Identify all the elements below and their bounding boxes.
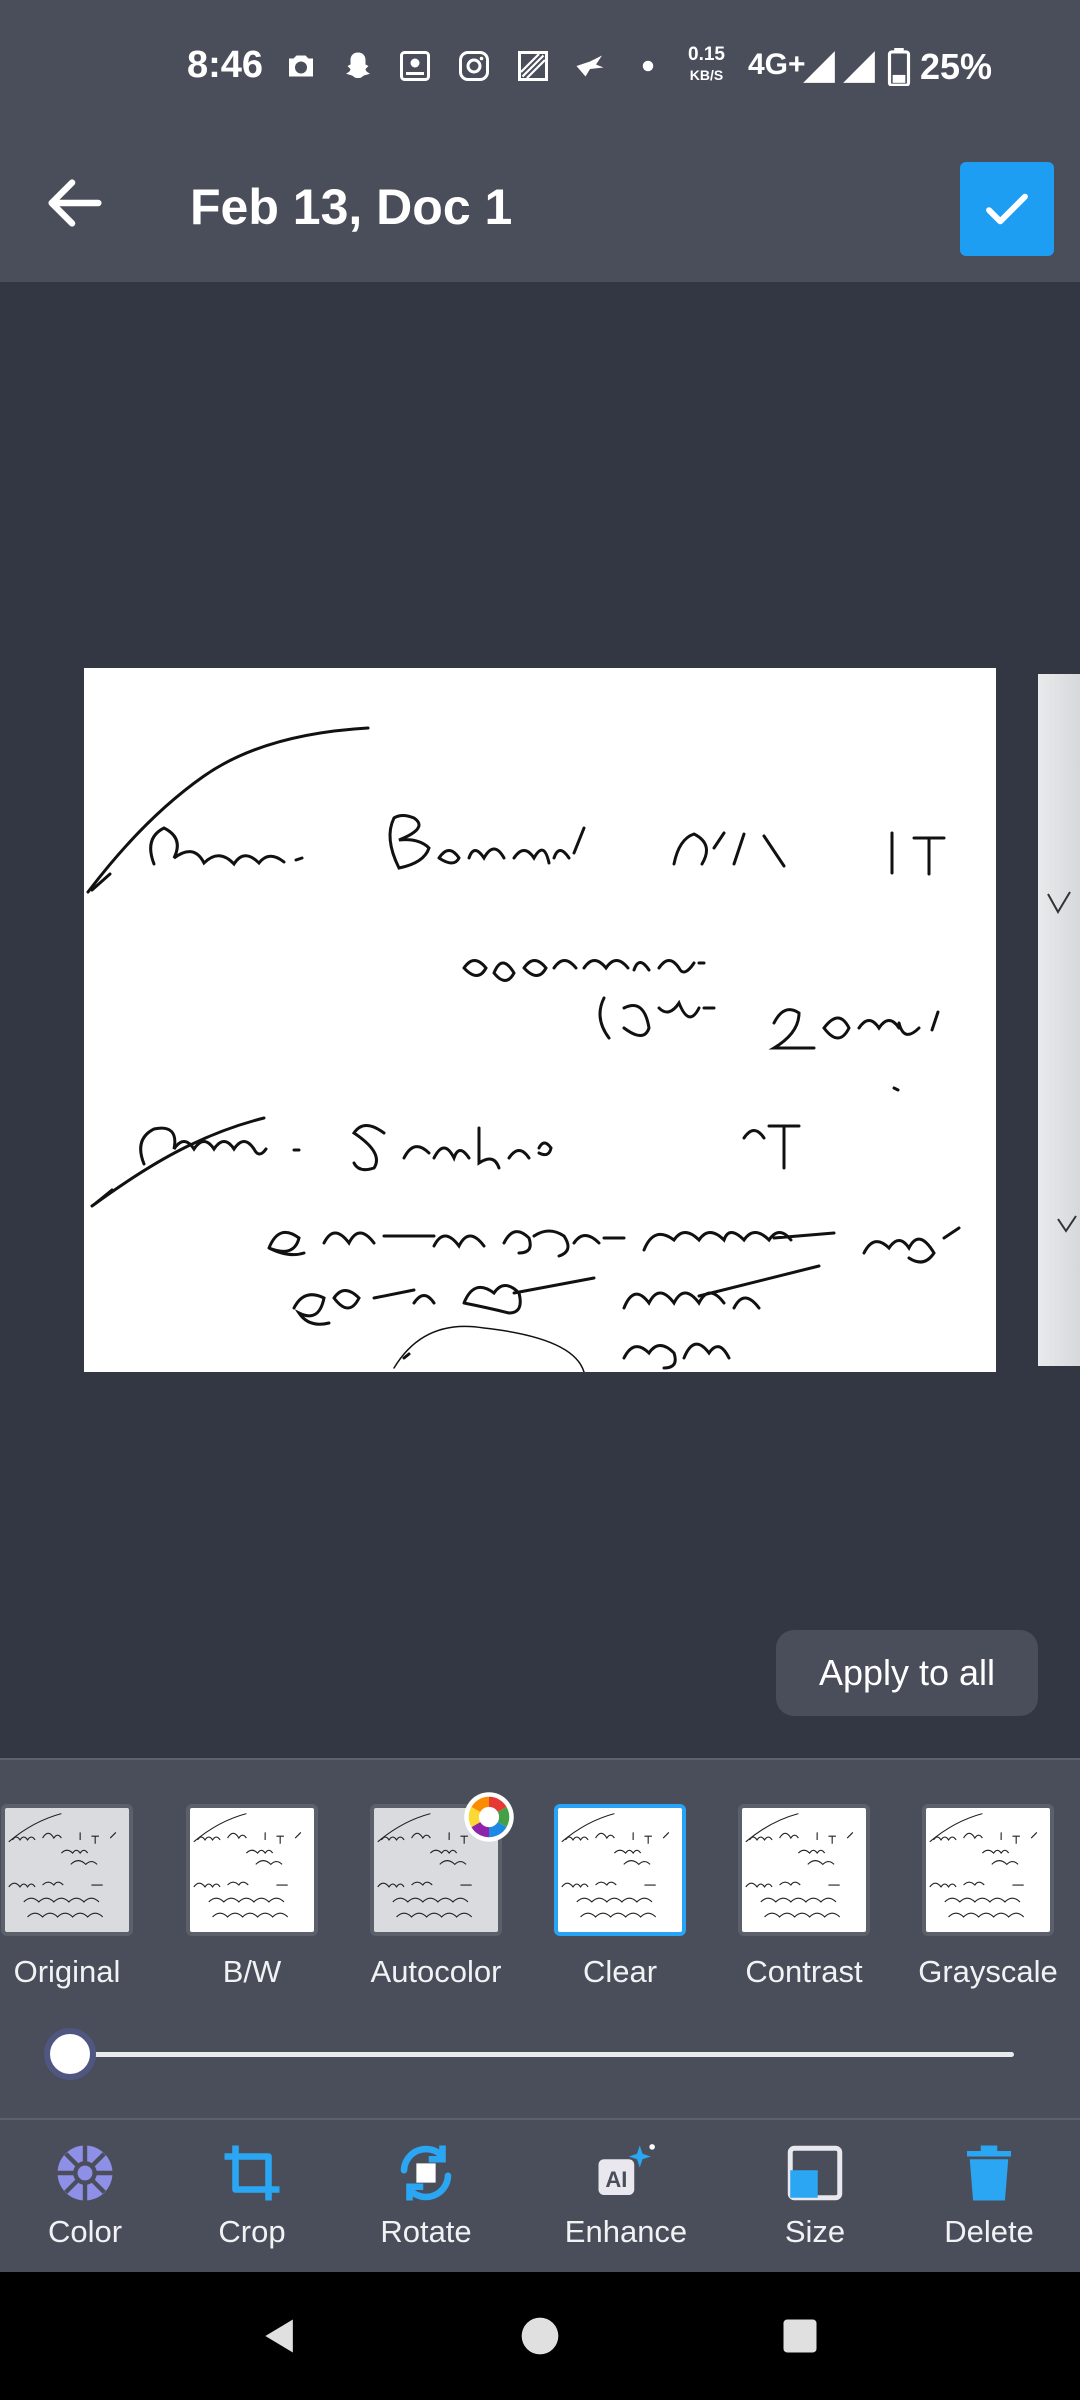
filter-label[interactable]: Contrast: [714, 1954, 894, 1990]
tool-label: Delete: [944, 2214, 1034, 2249]
enhance-tool-button[interactable]: AI Enhance: [541, 2120, 711, 2274]
speed-value: 0.15: [688, 44, 725, 65]
page-size-icon: [787, 2145, 843, 2201]
filter-thumbnail-bw[interactable]: [186, 1804, 318, 1936]
filter-thumbnail-original[interactable]: [1, 1804, 133, 1936]
handwriting-image: [86, 726, 961, 1372]
snapchat-icon: [346, 52, 370, 78]
nav-home-icon[interactable]: [518, 2314, 562, 2358]
crop-icon: [224, 2145, 280, 2201]
instagram-icon: [459, 51, 489, 81]
app-bar: Feb 13, Doc 1: [0, 134, 1080, 282]
bird-icon: [576, 55, 604, 77]
handwriting-image: [1047, 891, 1077, 1233]
tool-label: Rotate: [380, 2214, 472, 2249]
battery-percent: 25%: [920, 46, 993, 87]
size-tool-button[interactable]: Size: [730, 2120, 900, 2274]
tool-label: Crop: [218, 2214, 286, 2249]
tool-label: Color: [47, 2214, 123, 2249]
palette-badge-icon: [464, 1792, 514, 1842]
pattern-app-icon: [518, 51, 548, 81]
svg-text:AI: AI: [605, 2167, 627, 2192]
color-tool-button[interactable]: Color: [0, 2120, 170, 2274]
dot-icon: [642, 60, 654, 72]
camera-icon: [289, 55, 313, 77]
filter-preview-image: [8, 1813, 117, 1918]
filter-label[interactable]: B/W: [162, 1954, 342, 1990]
network-type: 4G+: [748, 48, 806, 81]
rotate-icon: [400, 2145, 452, 2201]
system-nav-bar: [0, 2272, 1080, 2400]
next-page-preview[interactable]: [1038, 674, 1080, 1366]
tool-label: Enhance: [564, 2214, 688, 2249]
status-time: 8:46: [187, 44, 264, 86]
apply-to-all-button[interactable]: Apply to all: [776, 1630, 1038, 1716]
speed-unit: KB/S: [689, 67, 724, 83]
filter-label[interactable]: Clear: [530, 1954, 710, 1990]
filter-panel: Original B/W Autocolor Clear Contrast Graysca…: [0, 1758, 1080, 2118]
filter-preview-image: [929, 1813, 1038, 1918]
crop-tool-button[interactable]: Crop: [167, 2120, 337, 2274]
intensity-slider-track[interactable]: [66, 2052, 1014, 2057]
delete-tool-button[interactable]: Delete: [904, 2120, 1074, 2274]
intensity-slider-knob[interactable]: [44, 2028, 96, 2080]
back-arrow-icon[interactable]: [40, 168, 110, 238]
rotate-tool-button[interactable]: Rotate: [341, 2120, 511, 2274]
ai-enhance-icon: AI: [598, 2144, 655, 2195]
status-bar: 8:46 0.15 KB/S 4G+ 25%: [0, 0, 1080, 134]
nav-back-icon[interactable]: [258, 2314, 302, 2358]
palette-wheel-icon: [57, 2145, 113, 2201]
filter-preview-image: [561, 1813, 670, 1918]
signal-icon: [843, 51, 875, 83]
filter-preview-image: [193, 1813, 302, 1918]
filter-thumbnail-clear[interactable]: [554, 1804, 686, 1936]
document-title[interactable]: Feb 13, Doc 1: [190, 178, 512, 236]
app-icon: [400, 51, 430, 81]
nav-recents-icon[interactable]: [778, 2314, 822, 2358]
filter-thumbnail-contrast[interactable]: [738, 1804, 870, 1936]
bottom-toolbar: Color Crop Rotate AI Enhance Size Delete: [0, 2118, 1080, 2272]
battery-icon: [887, 48, 911, 86]
network-speed: 0.15 KB/S: [688, 44, 725, 86]
filter-thumbnail-grayscale[interactable]: [922, 1804, 1054, 1936]
tool-label: Size: [784, 2214, 846, 2249]
filter-preview-image: [745, 1813, 854, 1918]
signal-icon: [803, 51, 835, 83]
trash-icon: [967, 2145, 1011, 2201]
document-preview[interactable]: [84, 668, 996, 1372]
filter-label[interactable]: Original: [0, 1954, 157, 1990]
confirm-button[interactable]: [960, 162, 1054, 256]
check-icon: [986, 193, 1028, 225]
filter-label[interactable]: Autocolor: [346, 1954, 526, 1990]
filter-label[interactable]: Grayscale: [898, 1954, 1078, 1990]
